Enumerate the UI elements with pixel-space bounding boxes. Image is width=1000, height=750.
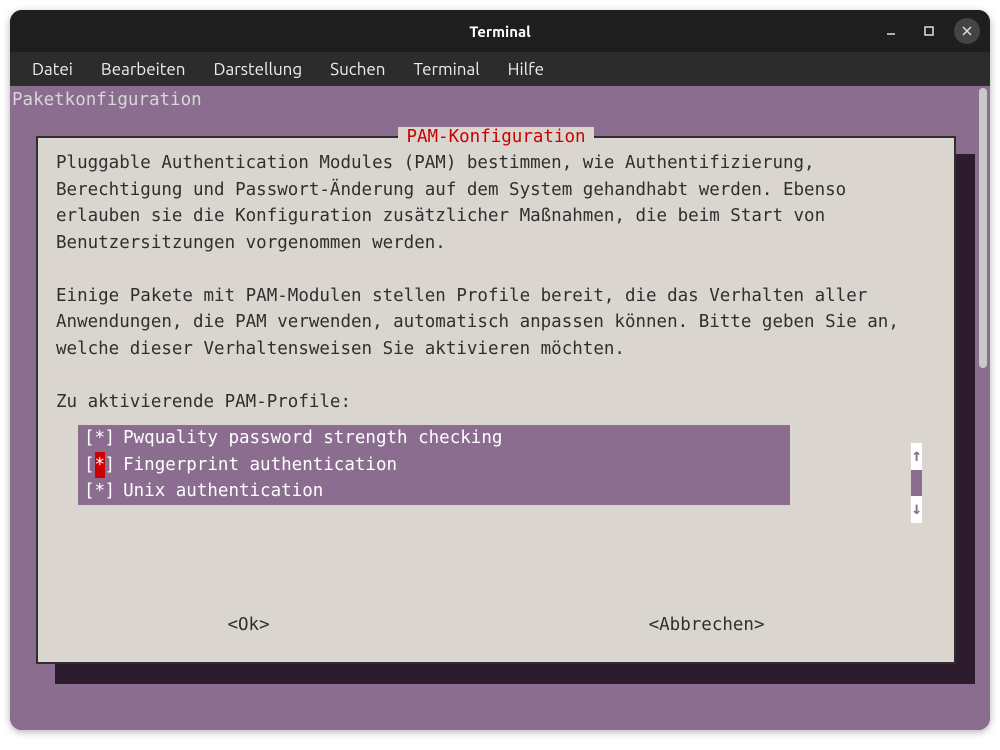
maximize-icon <box>922 24 936 38</box>
checkbox-star-selected-icon: * <box>95 452 105 479</box>
bracket-close-icon: ] <box>105 452 116 479</box>
profile-label: Fingerprint authentication <box>123 452 397 479</box>
window-title: Terminal <box>469 23 530 40</box>
minimize-icon <box>884 24 898 38</box>
bracket-close-icon: ] <box>105 425 116 452</box>
profile-row-unix[interactable]: [*] Unix authentication <box>78 478 790 505</box>
menu-search[interactable]: Suchen <box>316 56 399 83</box>
pam-dialog: PAM-Konfiguration Pluggable Authenticati… <box>36 136 956 664</box>
dialog-paragraph-1: Pluggable Authentication Modules (PAM) b… <box>56 150 936 256</box>
close-button[interactable] <box>954 18 980 44</box>
profile-row-fingerprint[interactable]: [*] Fingerprint authentication <box>78 452 790 479</box>
package-config-header: Paketkonfiguration <box>10 86 990 114</box>
menu-terminal[interactable]: Terminal <box>400 56 494 83</box>
window-controls <box>878 18 980 44</box>
menu-help[interactable]: Hilfe <box>494 56 558 83</box>
terminal-content: Paketkonfiguration PAM-Konfiguration Plu… <box>10 86 990 730</box>
dialog-paragraph-2: Einige Pakete mit PAM-Modulen stellen Pr… <box>56 283 936 363</box>
checkbox-star-icon: * <box>95 425 105 452</box>
menu-file[interactable]: Datei <box>18 56 87 83</box>
maximize-button[interactable] <box>916 18 942 44</box>
profile-label: Unix authentication <box>123 478 323 505</box>
profile-label: Pwquality password strength checking <box>123 425 502 452</box>
terminal-window: Terminal Datei Bearbeiten Darstellung Su… <box>10 10 990 730</box>
menu-edit[interactable]: Bearbeiten <box>87 56 200 83</box>
minimize-button[interactable] <box>878 18 904 44</box>
dialog-body: Pluggable Authentication Modules (PAM) b… <box>38 138 954 513</box>
menubar: Datei Bearbeiten Darstellung Suchen Term… <box>10 52 990 86</box>
checkbox-star-icon: * <box>95 478 105 505</box>
spacer <box>56 362 936 389</box>
dialog-title-wrap: PAM-Konfiguration <box>38 124 954 151</box>
bracket-open-icon: [ <box>84 478 95 505</box>
cancel-button[interactable]: <Abbrechen> <box>649 612 765 639</box>
terminal-scrollbar[interactable] <box>979 88 987 368</box>
close-icon <box>960 24 974 38</box>
dialog-button-row: <Ok> <Abbrechen> <box>38 612 954 639</box>
profile-row-pwquality[interactable]: [*] Pwquality password strength checking <box>78 425 790 452</box>
bracket-open-icon: [ <box>84 452 95 479</box>
menu-view[interactable]: Darstellung <box>199 56 316 83</box>
spacer <box>56 256 936 283</box>
scroll-bottom-icon: ↓ <box>911 496 922 523</box>
list-scroll-indicator[interactable]: ↑ ↓ <box>911 443 922 523</box>
bracket-close-icon: ] <box>105 478 116 505</box>
dialog-prompt: Zu aktivierende PAM-Profile: <box>56 389 936 416</box>
ok-button[interactable]: <Ok> <box>227 612 269 639</box>
scroll-top-icon: ↑ <box>911 443 922 470</box>
dialog-title: PAM-Konfiguration <box>398 127 593 147</box>
bracket-open-icon: [ <box>84 425 95 452</box>
titlebar: Terminal <box>10 10 990 52</box>
profile-list: [*] Pwquality password strength checking… <box>78 425 790 505</box>
scroll-thumb <box>911 470 922 497</box>
